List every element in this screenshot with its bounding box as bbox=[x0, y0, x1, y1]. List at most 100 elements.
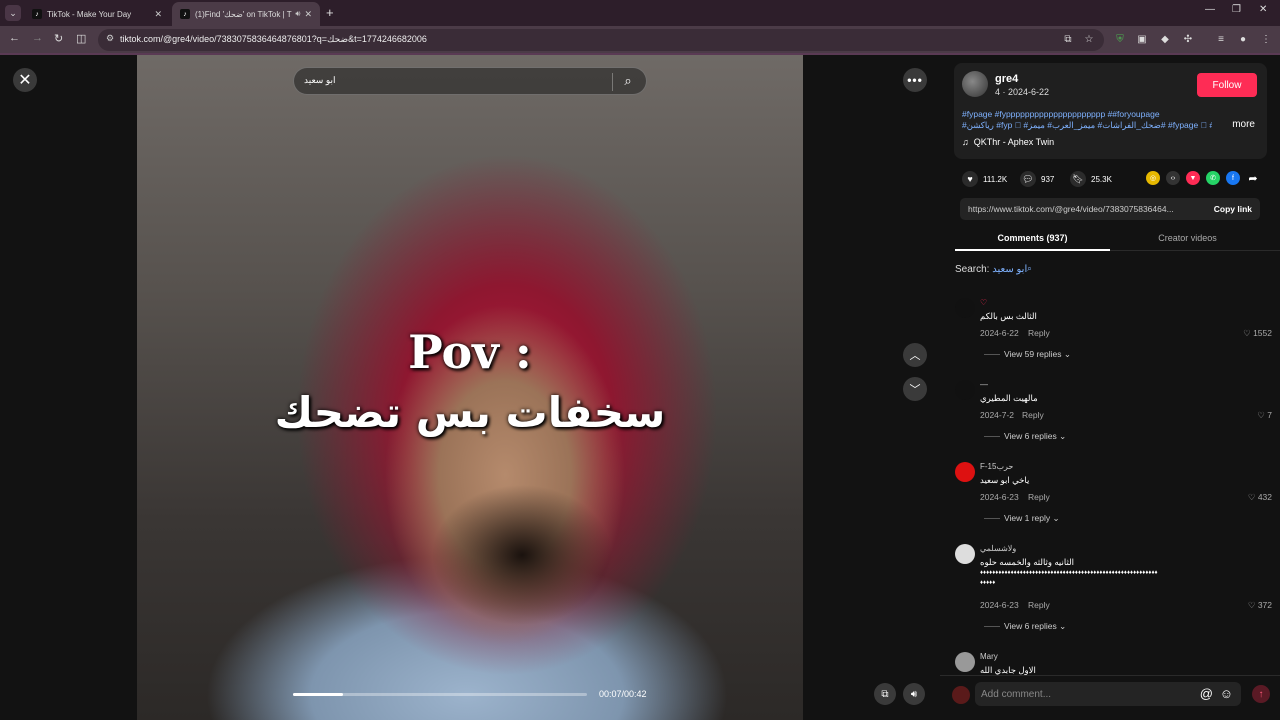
coin-share-icon[interactable]: ◎ bbox=[1146, 171, 1160, 185]
tab-close-icon[interactable]: ✕ bbox=[304, 9, 312, 20]
comment-like[interactable]: ♡ 1552 bbox=[1243, 328, 1272, 339]
address-bar[interactable]: ⚙ tiktok.com/@gre4/video/738307583646487… bbox=[98, 29, 1104, 51]
browser-menu-icon[interactable]: ⋮ bbox=[1260, 33, 1272, 45]
back-arrow-icon[interactable]: ← bbox=[9, 32, 20, 44]
comment-placeholder[interactable]: Add comment... bbox=[981, 689, 1051, 700]
commenter-name[interactable]: — bbox=[980, 380, 988, 389]
commenter-name[interactable]: ♡ bbox=[980, 298, 987, 307]
forward-arrow-icon[interactable]: → bbox=[32, 32, 43, 44]
commenter-avatar[interactable] bbox=[955, 380, 975, 400]
search-input[interactable]: ابو سعيد bbox=[304, 75, 335, 86]
view-replies-label[interactable]: View 1 reply bbox=[1004, 513, 1050, 523]
site-info-icon[interactable]: ⚙ bbox=[106, 33, 114, 44]
tab-close-icon[interactable]: ✕ bbox=[154, 9, 162, 20]
profile-avatar-icon[interactable]: ● bbox=[1237, 33, 1249, 45]
commenter-avatar[interactable] bbox=[955, 298, 975, 318]
view-replies-button[interactable]: View 6 replies ⌄ bbox=[984, 431, 1066, 442]
next-video-icon[interactable]: ﹀ bbox=[903, 377, 927, 401]
reply-button[interactable]: Reply bbox=[1022, 410, 1044, 420]
commenter-avatar[interactable] bbox=[955, 462, 975, 482]
my-avatar[interactable] bbox=[952, 686, 970, 704]
author-username[interactable]: gre4 bbox=[995, 73, 1018, 85]
author-avatar[interactable] bbox=[962, 71, 988, 97]
install-app-icon[interactable]: ⧉ bbox=[1062, 33, 1074, 45]
mention-icon[interactable]: @ bbox=[1200, 686, 1213, 701]
video-hashtags[interactable]: #fypage #fyppppppppppppppppppppp ##foryo… bbox=[962, 109, 1212, 131]
comment-like[interactable]: ♡ 432 bbox=[1248, 492, 1272, 503]
post-comment-button[interactable]: ↑ bbox=[1252, 685, 1270, 703]
more-options-icon[interactable]: ••• bbox=[903, 68, 927, 92]
shield-extension-icon[interactable]: ⛨ bbox=[1114, 33, 1126, 45]
minimize-icon[interactable]: — bbox=[1205, 4, 1215, 15]
maximize-icon[interactable]: ❐ bbox=[1232, 4, 1241, 15]
share-link-url[interactable]: https://www.tiktok.com/@gre4/video/73830… bbox=[968, 204, 1198, 214]
tab-comments[interactable]: Comments (937) bbox=[955, 227, 1110, 251]
reply-button[interactable]: Reply bbox=[1028, 492, 1050, 502]
music-link[interactable]: ♫ QKThr - Aphex Twin bbox=[962, 137, 1054, 147]
commenter-avatar[interactable] bbox=[955, 544, 975, 564]
reply-button[interactable]: Reply bbox=[1028, 328, 1050, 338]
browser-tab-1[interactable]: ♪ TikTok - Make Your Day ✕ bbox=[24, 2, 170, 26]
reload-icon[interactable]: ↻ bbox=[54, 32, 63, 45]
comment-search-keyword[interactable]: ابو سعيد bbox=[992, 264, 1027, 275]
comment-search-suggestion[interactable]: Search: ابو سعيد⌕ bbox=[955, 264, 1032, 275]
new-tab-button[interactable]: + bbox=[326, 5, 334, 20]
bookmark-icon[interactable]: 🔖︎ bbox=[1070, 171, 1086, 187]
comment-bubble-icon[interactable]: 💬︎ bbox=[1020, 171, 1036, 187]
extension-diamond-icon[interactable]: ◆ bbox=[1159, 33, 1171, 45]
volume-icon[interactable]: 🔊︎ bbox=[903, 683, 925, 705]
commenter-name[interactable]: Mary bbox=[980, 652, 998, 661]
heart-outline-icon[interactable]: ♡ bbox=[1257, 410, 1265, 420]
search-icon[interactable]: ⌕ bbox=[618, 71, 638, 91]
like-stat[interactable]: ♥ 111.2K bbox=[962, 171, 1007, 187]
heart-outline-icon[interactable]: ♡ bbox=[1248, 600, 1256, 610]
heart-outline-icon[interactable]: ♡ bbox=[1248, 492, 1256, 502]
comment-like[interactable]: ♡ 7 bbox=[1257, 410, 1272, 421]
search-icon[interactable]: ⌕ bbox=[1027, 264, 1031, 273]
browser-tab-2-active[interactable]: ♪ (1)Find 'ضحك' on TikTok | T 🔊︎ ✕ bbox=[172, 2, 320, 26]
sidebar-icon[interactable]: ◫ bbox=[76, 32, 86, 45]
view-replies-label[interactable]: View 59 replies bbox=[1004, 349, 1062, 359]
close-icon[interactable]: ✕ bbox=[13, 68, 37, 92]
copy-link-button[interactable]: Copy link bbox=[1214, 204, 1252, 214]
view-replies-button[interactable]: View 6 replies ⌄ bbox=[984, 621, 1066, 632]
comment-like[interactable]: ♡ 372 bbox=[1248, 600, 1272, 611]
tab-creator-videos[interactable]: Creator videos bbox=[1110, 227, 1265, 251]
reading-list-icon[interactable]: ≡ bbox=[1215, 33, 1227, 45]
facebook-icon[interactable]: f bbox=[1226, 171, 1240, 185]
share-arrow-icon[interactable]: ➦ bbox=[1246, 171, 1260, 185]
send-to-friends-icon[interactable]: ▼ bbox=[1186, 171, 1200, 185]
save-stat[interactable]: 🔖︎ 25.3K bbox=[1070, 171, 1112, 187]
view-replies-button[interactable]: View 1 reply ⌄ bbox=[984, 513, 1060, 524]
hashtags-line2[interactable]: #رياكشن #fyp ゚ #ضحك_الفراشات# ميمز_العرب… bbox=[962, 120, 1212, 131]
video-search-bar[interactable]: ابو سعيد ⌕ bbox=[293, 67, 647, 95]
follow-button[interactable]: Follow bbox=[1197, 73, 1257, 97]
reply-button[interactable]: Reply bbox=[1028, 600, 1050, 610]
comment-stat[interactable]: 💬︎ 937 bbox=[1020, 171, 1054, 187]
commenter-avatar[interactable] bbox=[955, 652, 975, 672]
comment-input[interactable]: Add comment... @ ☺ bbox=[975, 682, 1241, 706]
extension-icon[interactable]: ▣ bbox=[1136, 33, 1148, 45]
bookmark-star-icon[interactable]: ☆ bbox=[1083, 33, 1095, 45]
previous-video-icon[interactable]: ︿ bbox=[903, 343, 927, 367]
more-description-button[interactable]: more bbox=[1232, 119, 1255, 130]
tab-audio-icon[interactable]: 🔊︎ bbox=[295, 9, 300, 19]
view-replies-label[interactable]: View 6 replies bbox=[1004, 621, 1057, 631]
view-replies-label[interactable]: View 6 replies bbox=[1004, 431, 1057, 441]
heart-icon[interactable]: ♥ bbox=[962, 171, 978, 187]
whatsapp-icon[interactable]: ✆ bbox=[1206, 171, 1220, 185]
video-player[interactable]: ابو سعيد ⌕ Pov : سخفات بس تضحك 00:07/00:… bbox=[137, 55, 803, 720]
hashtags-line1[interactable]: #fypage #fyppppppppppppppppppppp ##foryo… bbox=[962, 109, 1212, 120]
music-title[interactable]: QKThr - Aphex Twin bbox=[974, 137, 1054, 147]
video-progress-bar[interactable] bbox=[293, 693, 587, 696]
emoji-icon[interactable]: ☺ bbox=[1220, 686, 1233, 701]
heart-outline-icon[interactable]: ♡ bbox=[1243, 328, 1251, 338]
view-replies-button[interactable]: View 59 replies ⌄ bbox=[984, 349, 1071, 360]
commenter-name[interactable]: ولاشسلمي bbox=[980, 544, 1016, 553]
commenter-name[interactable]: F-15حرب bbox=[980, 462, 1013, 471]
tab-search-button[interactable]: ⌄ bbox=[5, 5, 21, 21]
extensions-puzzle-icon[interactable]: ✣ bbox=[1182, 33, 1194, 45]
window-close-icon[interactable]: ✕ bbox=[1259, 4, 1267, 15]
address-url[interactable]: tiktok.com/@gre4/video/73830758364648768… bbox=[120, 34, 427, 45]
floating-player-icon[interactable]: ⧉ bbox=[874, 683, 896, 705]
